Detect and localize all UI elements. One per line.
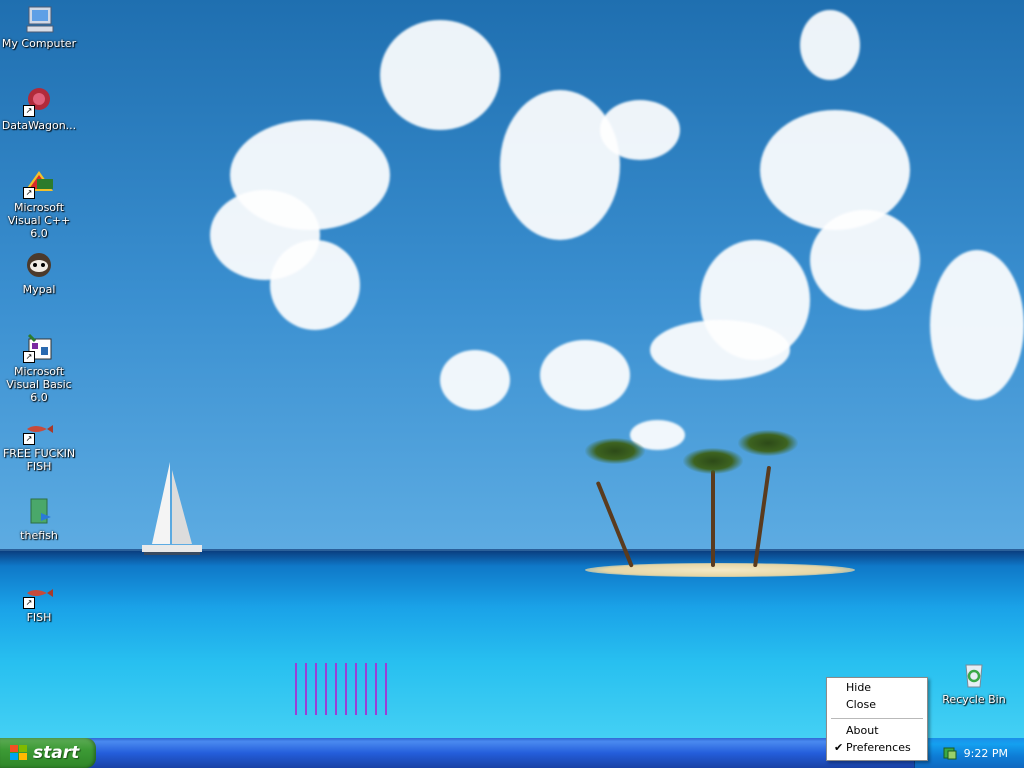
visual-basic-icon: ↗: [23, 331, 55, 363]
menu-separator: [831, 718, 923, 719]
desktop-icon-datawagon[interactable]: ↗ DataWagon...: [0, 85, 78, 132]
checkmark-icon: ✔: [834, 741, 844, 754]
desktop-icon-thefish[interactable]: thefish: [0, 495, 78, 542]
fish-icon: ↗: [23, 413, 55, 445]
desktop-icon-my-computer[interactable]: My Computer: [0, 3, 78, 50]
desktop-icon-visual-basic[interactable]: ↗ Microsoft Visual Basic 6.0: [0, 331, 78, 404]
island: [585, 563, 855, 577]
desktop-icon-label: thefish: [20, 529, 58, 542]
desktop-icon-visual-cpp[interactable]: ↗ Microsoft Visual C++ 6.0: [0, 167, 78, 240]
start-label: start: [33, 743, 80, 763]
desktop-icon-label: FREE FUCKIN FISH: [2, 447, 76, 473]
tray-context-menu: Hide Close About ✔ Preferences: [826, 677, 928, 761]
cloud: [540, 340, 630, 410]
desktop-icon-label: Microsoft Visual Basic 6.0: [6, 365, 72, 404]
mypal-icon: [23, 249, 55, 281]
datawagon-icon: ↗: [23, 85, 55, 117]
desktop-icon-label: My Computer: [1, 37, 77, 50]
recycle-bin-icon: [958, 659, 990, 691]
cloud: [800, 10, 860, 80]
menu-item-label: Hide: [846, 681, 872, 694]
cloud: [440, 350, 510, 410]
shortcut-arrow-icon: ↗: [23, 105, 35, 117]
windows-logo-icon: [10, 745, 27, 760]
folder-icon: [23, 495, 55, 527]
desktop-icon-label: Recycle Bin: [942, 693, 1006, 706]
desktop-icon-label: DataWagon...: [1, 119, 77, 132]
desktop-icon-recycle-bin[interactable]: Recycle Bin: [935, 659, 1013, 706]
menu-item-close[interactable]: Close: [829, 697, 925, 713]
shortcut-arrow-icon: ↗: [23, 433, 35, 445]
cloud: [810, 210, 920, 310]
my-computer-icon: [23, 3, 55, 35]
menu-item-label: Preferences: [846, 741, 911, 754]
palm-trunk: [711, 470, 715, 567]
fish-icon: ↗: [23, 577, 55, 609]
shortcut-arrow-icon: ↗: [23, 351, 35, 363]
desktop-icon-label: FISH: [26, 611, 52, 624]
palm-leaves: [585, 438, 645, 464]
system-tray: 9:22 PM: [914, 738, 1024, 768]
menu-item-label: About: [846, 724, 879, 737]
purple-stripes: [295, 663, 387, 715]
cloud: [760, 110, 910, 230]
cloud: [500, 90, 620, 240]
desktop-icon-mypal[interactable]: Mypal: [0, 249, 78, 296]
menu-item-label: Close: [846, 698, 876, 711]
cloud: [650, 320, 790, 380]
desktop-icon-label: Microsoft Visual C++ 6.0: [7, 201, 71, 240]
visual-cpp-icon: ↗: [23, 167, 55, 199]
shortcut-arrow-icon: ↗: [23, 597, 35, 609]
desktop-icon-label: Mypal: [22, 283, 56, 296]
cloud: [380, 20, 500, 130]
menu-item-hide[interactable]: Hide: [829, 680, 925, 696]
desktop-icon-free-fish[interactable]: ↗ FREE FUCKIN FISH: [0, 413, 78, 473]
menu-item-about[interactable]: About: [829, 723, 925, 739]
start-button[interactable]: start: [0, 738, 96, 768]
palm-leaves: [683, 448, 743, 474]
palm-leaves: [738, 430, 798, 456]
cloud: [600, 100, 680, 160]
tray-app-icon[interactable]: [943, 746, 957, 760]
sailboat: [142, 462, 202, 555]
clock[interactable]: 9:22 PM: [964, 747, 1008, 760]
desktop-icon-fish[interactable]: ↗ FISH: [0, 577, 78, 624]
cloud: [270, 240, 360, 330]
cloud: [930, 250, 1024, 400]
desktop-wallpaper: My Computer ↗ DataWagon... ↗ Microsoft V…: [0, 0, 1024, 738]
shortcut-arrow-icon: ↗: [23, 187, 35, 199]
menu-item-preferences[interactable]: ✔ Preferences: [829, 740, 925, 756]
